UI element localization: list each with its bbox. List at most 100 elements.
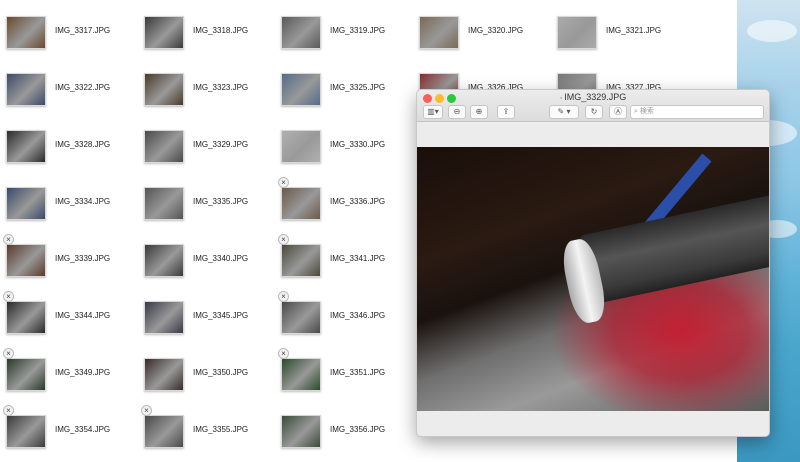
file-item[interactable]: IMG_3321.JPG [557,16,687,56]
file-item[interactable]: IMG_3334.JPG [6,187,136,227]
remove-badge-icon[interactable]: × [3,291,14,302]
thumbnail-image [145,245,183,276]
file-thumbnail[interactable] [144,244,184,277]
file-thumbnail[interactable] [6,415,46,448]
file-thumbnail[interactable] [6,187,46,220]
file-thumbnail[interactable] [6,16,46,49]
rotate-icon: ↻ [590,107,598,116]
remove-badge-icon[interactable]: × [278,291,289,302]
file-item[interactable]: IMG_3335.JPG [144,187,274,227]
file-thumbnail[interactable] [281,415,321,448]
file-thumbnail[interactable] [6,130,46,163]
file-thumbnail[interactable] [281,16,321,49]
window-title: ▫ IMG_3329.JPG [417,92,769,102]
file-name: IMG_3344.JPG [55,311,111,320]
file-item[interactable]: IMG_3345.JPG [144,301,274,341]
file-item[interactable]: × IMG_3351.JPG [278,348,411,398]
file-thumbnail[interactable] [6,244,46,277]
remove-badge-icon[interactable]: × [3,348,14,359]
thumbnail-image [282,416,320,447]
file-item[interactable]: IMG_3325.JPG [281,73,411,113]
thumbnail-image [145,188,183,219]
file-name: IMG_3355.JPG [193,425,249,434]
file-thumbnail[interactable] [144,301,184,334]
file-thumbnail[interactable] [281,301,321,334]
search-field[interactable]: ⌕ 検索 [630,105,764,119]
file-name: IMG_3323.JPG [193,83,249,92]
file-thumbnail[interactable] [281,358,321,391]
file-thumbnail[interactable] [144,73,184,106]
file-item[interactable]: × IMG_3344.JPG [3,291,136,341]
file-item[interactable]: IMG_3318.JPG [144,16,274,56]
file-item[interactable]: IMG_3320.JPG [419,16,549,56]
file-item[interactable]: IMG_3340.JPG [144,244,274,284]
share-icon: ⇪ [502,107,510,116]
thumbnail-image [145,74,183,105]
file-name: IMG_3318.JPG [193,26,249,35]
file-thumbnail[interactable] [144,358,184,391]
file-name: IMG_3346.JPG [330,311,386,320]
markup-pen-button[interactable]: ✎ ▾ [549,105,579,119]
file-name: IMG_3328.JPG [55,140,111,149]
file-item[interactable]: IMG_3328.JPG [6,130,136,170]
zoom-out-button[interactable]: ⊖ [448,105,466,119]
file-item[interactable]: IMG_3323.JPG [144,73,274,113]
remove-badge-icon[interactable]: × [3,405,14,416]
file-item[interactable]: × IMG_3339.JPG [3,234,136,284]
file-thumbnail[interactable] [6,73,46,106]
thumbnail-image [7,131,45,162]
thumbnail-image [145,131,183,162]
thumbnail-image [282,17,320,48]
remove-badge-icon[interactable]: × [278,348,289,359]
file-item[interactable]: IMG_3319.JPG [281,16,411,56]
thumbnail-image [7,245,45,276]
file-thumbnail[interactable] [144,187,184,220]
thumbnail-image [7,359,45,390]
thumbnail-image [145,17,183,48]
thumbnail-image [7,302,45,333]
thumbnail-image [282,131,320,162]
file-item[interactable]: IMG_3330.JPG [281,130,411,170]
file-thumbnail[interactable] [281,244,321,277]
file-item[interactable]: × IMG_3346.JPG [278,291,411,341]
file-thumbnail[interactable] [144,415,184,448]
file-name: IMG_3336.JPG [330,197,386,206]
file-thumbnail[interactable] [6,358,46,391]
thumbnail-image [282,302,320,333]
file-item[interactable]: × IMG_3349.JPG [3,348,136,398]
file-name: IMG_3356.JPG [330,425,386,434]
remove-badge-icon[interactable]: × [141,405,152,416]
file-thumbnail[interactable] [281,187,321,220]
sidebar-toggle-button[interactable]: ▥▾ [423,105,443,119]
remove-badge-icon[interactable]: × [278,177,289,188]
file-item[interactable]: × IMG_3354.JPG [3,405,136,455]
preview-window: ▫ IMG_3329.JPG ▥▾ ⊖ ⊕ ⇪ ✎ ▾ ↻ Ⓐ ⌕ 検索 [416,89,770,437]
preview-image[interactable] [417,147,769,411]
file-thumbnail[interactable] [281,73,321,106]
markup-toolbar-button[interactable]: Ⓐ [609,105,627,119]
file-name: IMG_3320.JPG [468,26,524,35]
file-item[interactable]: IMG_3322.JPG [6,73,136,113]
search-placeholder: 検索 [639,108,654,115]
file-item[interactable]: IMG_3329.JPG [144,130,274,170]
file-thumbnail[interactable] [281,130,321,163]
window-titlebar[interactable]: ▫ IMG_3329.JPG ▥▾ ⊖ ⊕ ⇪ ✎ ▾ ↻ Ⓐ ⌕ 検索 [417,90,769,122]
thumbnail-image [145,416,183,447]
file-thumbnail[interactable] [419,16,459,49]
file-thumbnail[interactable] [144,16,184,49]
remove-badge-icon[interactable]: × [278,234,289,245]
share-button[interactable]: ⇪ [497,105,515,119]
file-thumbnail[interactable] [557,16,597,49]
zoom-in-button[interactable]: ⊕ [470,105,488,119]
remove-badge-icon[interactable]: × [3,234,14,245]
file-thumbnail[interactable] [144,130,184,163]
file-thumbnail[interactable] [6,301,46,334]
file-item[interactable]: × IMG_3355.JPG [141,405,274,455]
rotate-button[interactable]: ↻ [585,105,603,119]
file-item[interactable]: IMG_3350.JPG [144,358,274,398]
file-item[interactable]: × IMG_3341.JPG [278,234,411,284]
file-item[interactable]: × IMG_3336.JPG [278,177,411,227]
sidebar-icon: ▥▾ [427,107,439,116]
file-item[interactable]: IMG_3356.JPG [281,415,411,455]
file-item[interactable]: IMG_3317.JPG [6,16,136,56]
